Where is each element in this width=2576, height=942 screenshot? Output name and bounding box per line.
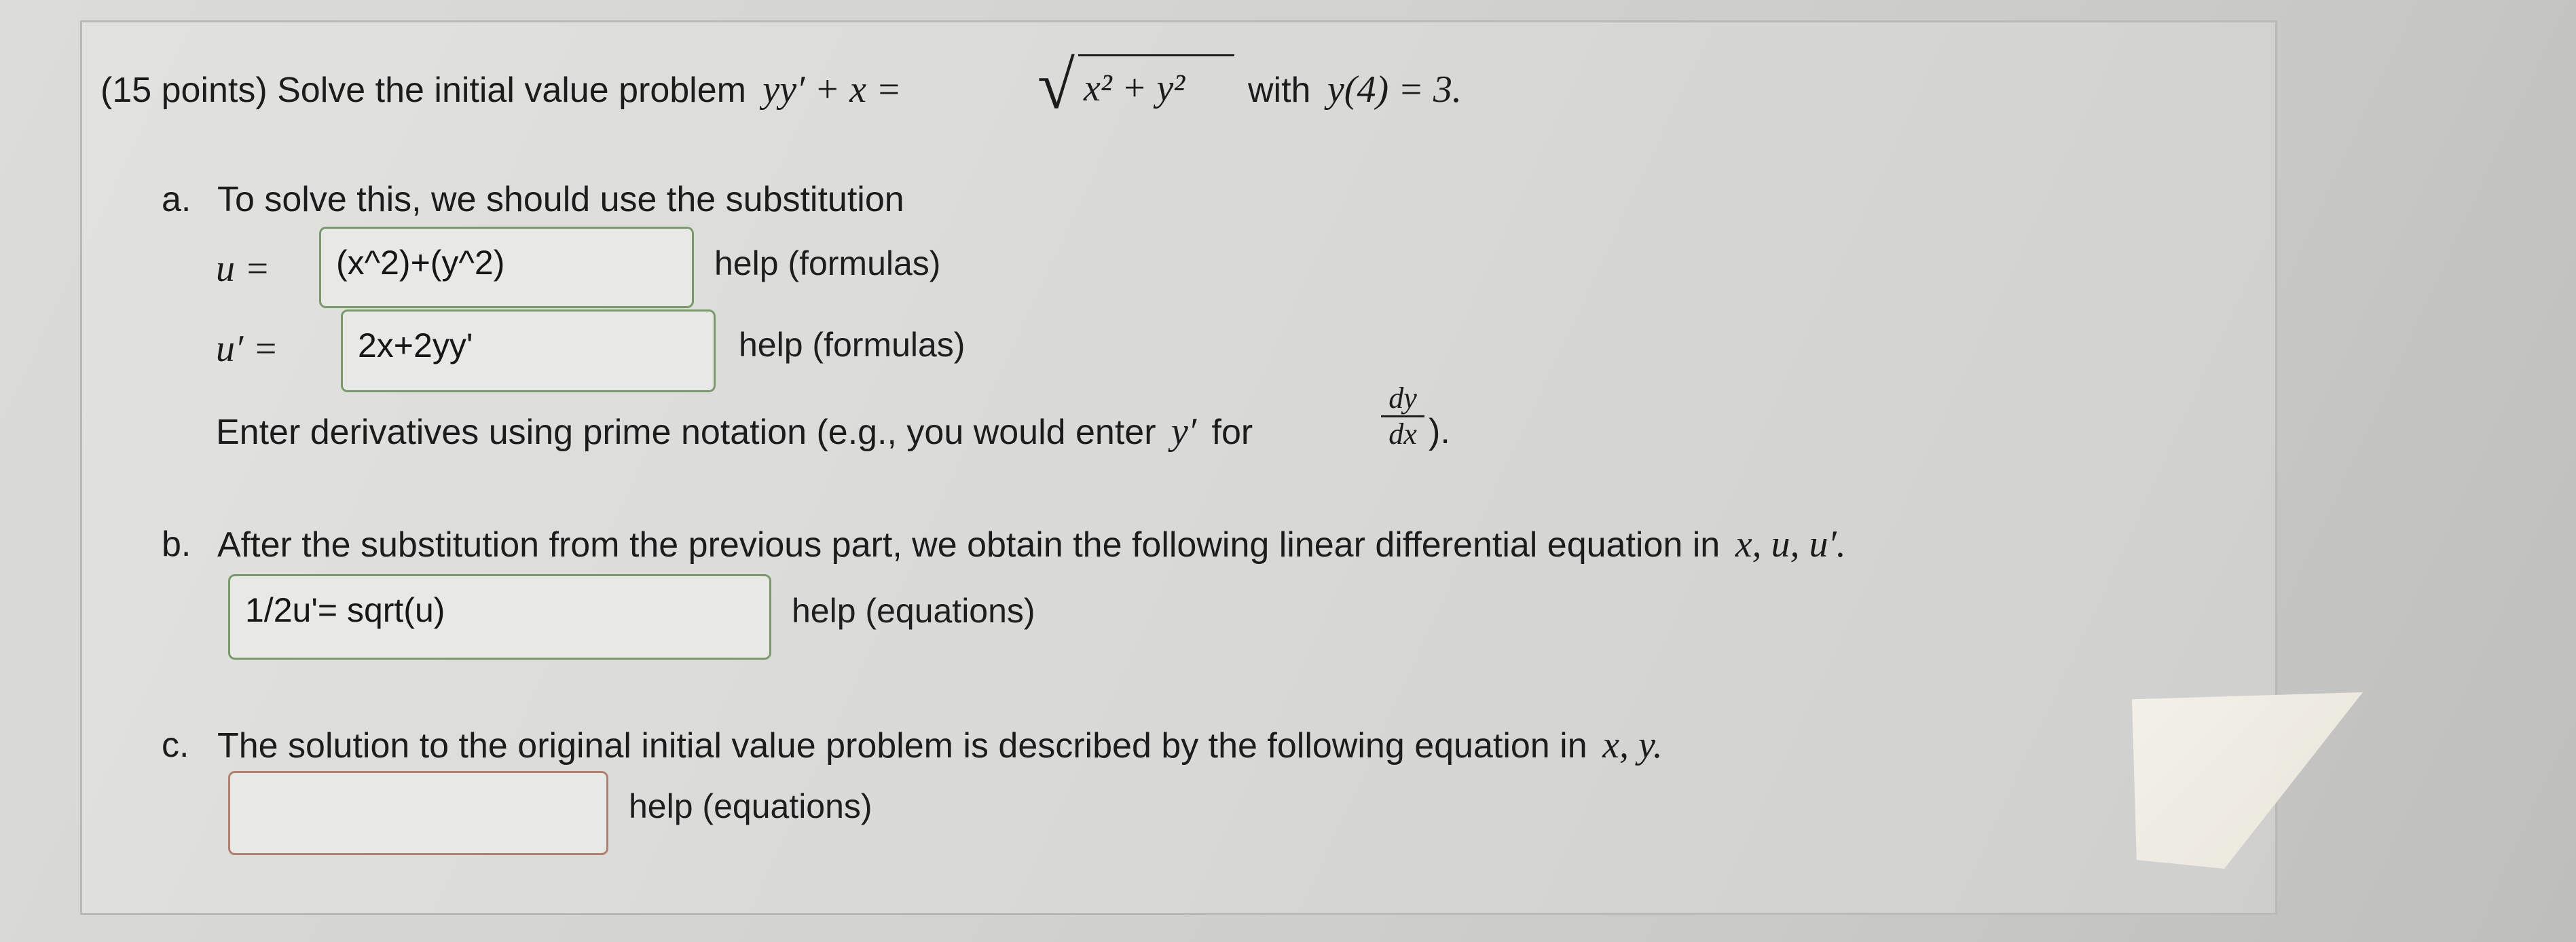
note-variable: y′ <box>1171 411 1197 453</box>
problem-prefix: (15 points) Solve the initial value prob… <box>100 71 746 110</box>
condition-text: with y(4) = 3. <box>1248 69 1462 111</box>
part-b-variables: x, u, u′. <box>1735 523 1846 565</box>
uprime-label: u′ = <box>216 328 279 370</box>
fraction-denominator: dx <box>1388 417 1417 451</box>
part-c-intro-text: The solution to the original initial val… <box>217 726 1587 766</box>
part-b-intro-text: After the substitution from the previous… <box>217 525 1721 565</box>
part-c-help-link[interactable]: help (equations) <box>629 787 872 825</box>
part-c-intro: The solution to the original initial val… <box>217 725 1663 766</box>
part-a-marker: a. <box>162 180 191 219</box>
fraction-numerator: dy <box>1388 381 1417 415</box>
prime-notation-note: Enter derivatives using prime notation (… <box>216 411 1253 453</box>
sqrt-radicand: x² + y² <box>1084 67 1185 109</box>
sqrt-symbol: √ <box>1037 48 1075 123</box>
initial-condition: y(4) = 3. <box>1327 69 1462 111</box>
part-b-help-link[interactable]: help (equations) <box>792 592 1035 630</box>
with-label: with <box>1248 71 1311 110</box>
note-suffix: ). <box>1429 412 1450 451</box>
equation-lhs: yy′ + x = <box>762 69 902 111</box>
part-a-intro: To solve this, we should use the substit… <box>217 180 904 219</box>
part-b-marker: b. <box>162 525 191 564</box>
problem-statement: (15 points) Solve the initial value prob… <box>100 69 902 111</box>
sqrt-overline <box>1078 54 1234 56</box>
u-help-link[interactable]: help (formulas) <box>714 244 940 282</box>
uprime-help-link[interactable]: help (formulas) <box>739 326 965 364</box>
part-b-intro: After the substitution from the previous… <box>217 524 1846 565</box>
uprime-input[interactable]: 2x+2yy' <box>341 309 716 392</box>
note-for: for <box>1211 413 1253 452</box>
note-prefix: Enter derivatives using prime notation (… <box>216 413 1156 452</box>
solution-equation-input[interactable] <box>228 771 608 855</box>
part-c-marker: c. <box>162 726 189 765</box>
part-c-variables: x, y. <box>1602 724 1663 766</box>
dy-dx-fraction: dy dx <box>1376 381 1430 451</box>
u-input[interactable]: (x^2)+(y^2) <box>319 227 694 308</box>
linear-equation-input[interactable]: 1/2u'= sqrt(u) <box>228 574 771 660</box>
u-label: u = <box>216 248 270 290</box>
